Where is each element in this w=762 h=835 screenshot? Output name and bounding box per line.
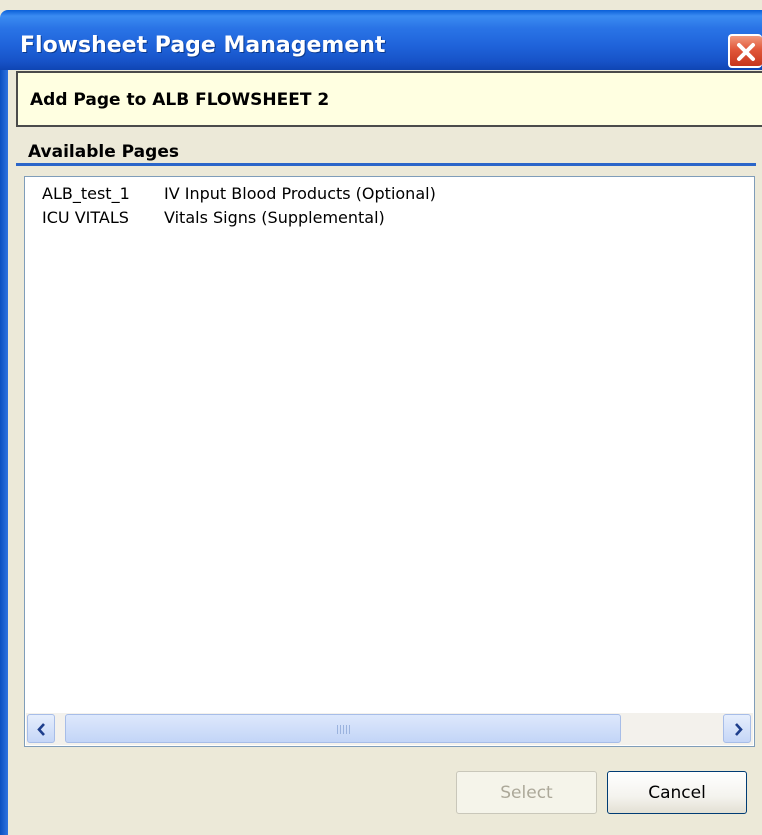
scroll-right-button[interactable]: [723, 714, 751, 743]
heading-text: Add Page to ALB FLOWSHEET 2: [30, 90, 330, 110]
select-button[interactable]: Select: [456, 771, 597, 814]
cancel-button[interactable]: Cancel: [607, 771, 747, 814]
heading-banner: Add Page to ALB FLOWSHEET 2: [16, 71, 762, 127]
scroll-left-button[interactable]: [27, 714, 55, 743]
horizontal-scrollbar[interactable]: [26, 713, 753, 745]
scrollbar-grip-icon: [337, 725, 351, 734]
close-button[interactable]: [728, 34, 762, 68]
available-pages-label: Available Pages: [28, 142, 179, 162]
scrollbar-thumb[interactable]: [65, 714, 621, 743]
window-frame: [0, 70, 8, 835]
close-icon: [737, 43, 755, 61]
page-code: ALB_test_1: [42, 184, 130, 203]
page-description: Vitals Signs (Supplemental): [164, 208, 385, 227]
title-bar[interactable]: Flowsheet Page Management: [0, 10, 762, 70]
chevron-left-icon: [37, 723, 45, 736]
window-title: Flowsheet Page Management: [20, 33, 386, 58]
flowsheet-page-management-dialog: Flowsheet Page Management Add Page to AL…: [0, 0, 762, 835]
chevron-right-icon: [735, 723, 743, 736]
page-description: IV Input Blood Products (Optional): [164, 184, 436, 203]
page-code: ICU VITALS: [42, 208, 129, 227]
available-pages-list[interactable]: ALB_test_1 IV Input Blood Products (Opti…: [24, 176, 755, 747]
section-divider: [16, 163, 756, 166]
